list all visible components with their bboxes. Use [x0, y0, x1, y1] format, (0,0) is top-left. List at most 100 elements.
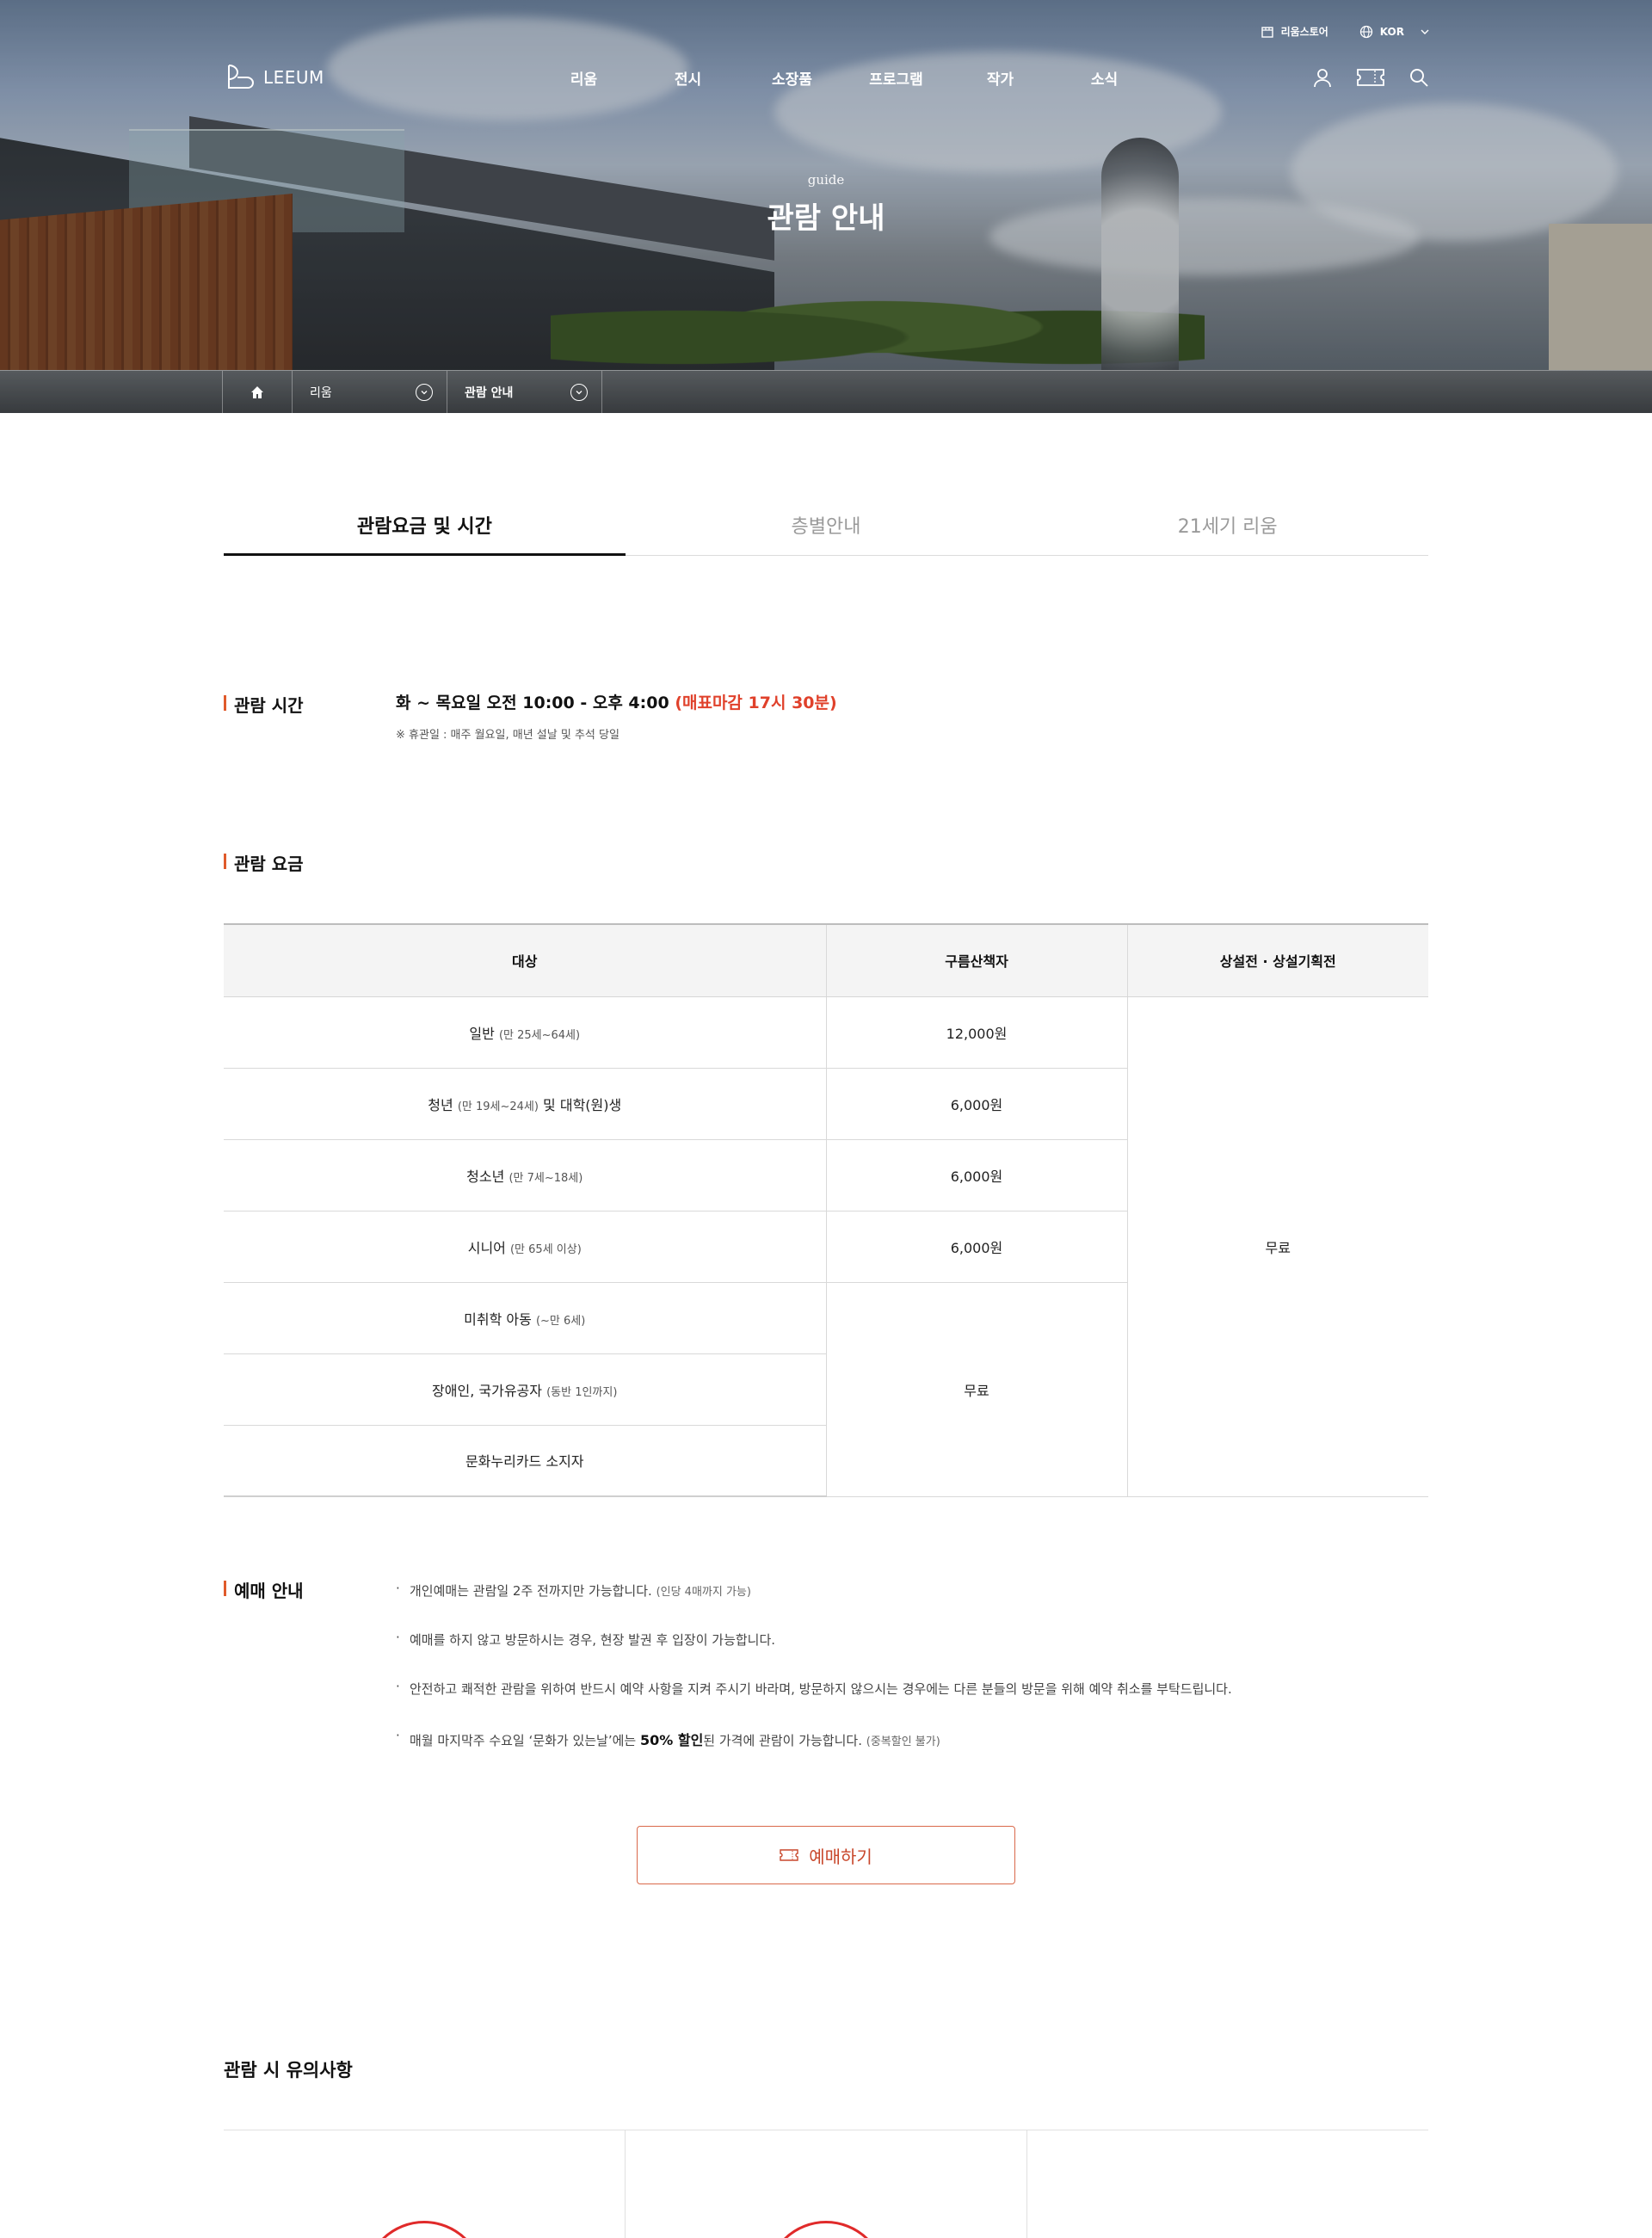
hours-line: 화 ~ 목요일 오전 10:00 - 오후 4:00 (매표마감 17시 30분…	[396, 690, 837, 713]
tab-fees-hours[interactable]: 관람요금 및 시간	[224, 499, 626, 556]
list-item: 안전하고 쾌적한 관람을 위하여 반드시 예약 사항을 지켜 주시기 바라며, …	[396, 1679, 1428, 1729]
target-cell: 시니어 (만 65세 이상)	[224, 1211, 826, 1283]
reservation-list: 개인예매는 관람일 2주 전까지만 가능합니다. (인당 4매까지 가능) 예매…	[396, 1581, 1428, 1778]
hours-main: 화 ~ 목요일 오전 10:00 - 오후 4:00	[396, 694, 675, 712]
leeum-logo[interactable]: LEEUM	[222, 60, 532, 95]
page-title: 관람 안내	[767, 201, 885, 236]
item-text: 개인예매는 관람일 2주 전까지만 가능합니다.	[410, 1583, 656, 1599]
reserve-button[interactable]: 예매하기	[637, 1826, 1015, 1884]
leeum-logo-icon	[228, 65, 255, 89]
target-cell: 문화누리카드 소지자	[224, 1425, 826, 1497]
fee-table-header: 대상 구름산책자 상설전 · 상설기획전	[224, 923, 1428, 997]
guide-tabs: 관람요금 및 시간 층별안내 21세기 리움	[224, 499, 1428, 556]
ticket-deadline: (매표마감 17시 30분)	[675, 694, 837, 712]
target-sub: (만 65세 이상)	[509, 1242, 582, 1256]
main-navigation: LEEUM 리움 전시 소장품 프로그램 작가 소식	[222, 57, 1430, 98]
menu-item-news[interactable]: 소식	[1052, 67, 1156, 89]
caution-card	[626, 2130, 1027, 2238]
gnb-menu: 리움 전시 소장품 프로그램 작가 소식	[532, 67, 1156, 89]
permanent-free-cell: 무료	[1126, 996, 1428, 1497]
price-cell: 6,000원	[825, 1211, 1127, 1283]
chevron-down-icon	[416, 384, 433, 401]
home-icon	[251, 386, 263, 398]
target-sub: (동반 1인까지)	[546, 1385, 618, 1399]
target-name: 청년	[428, 1096, 453, 1113]
target-name: 장애인, 국가유공자	[432, 1382, 542, 1399]
menu-item-leeum[interactable]: 리움	[532, 67, 636, 89]
list-item: 매월 마지막주 수요일 ‘문화가 있는날’에는 50% 할인된 가격에 관람이 …	[396, 1728, 1428, 1778]
item-text: 매월 마지막주 수요일 ‘문화가 있는날’에는	[410, 1733, 640, 1748]
target-sub: (만 19세~24세)	[457, 1100, 539, 1113]
target-cell: 청년 (만 19세~24세) 및 대학(원)생	[224, 1068, 826, 1140]
store-label: 리움스토어	[1280, 26, 1328, 38]
chevron-down-icon	[570, 384, 588, 401]
cautions-grid	[224, 2130, 1428, 2238]
target-name: 청소년	[466, 1168, 505, 1185]
fee-table: 대상 구름산책자 상설전 · 상설기획전 일반 (만 25세~64세) 12,0…	[224, 923, 1428, 1497]
hours-block: 화 ~ 목요일 오전 10:00 - 오후 4:00 (매표마감 17시 30분…	[396, 690, 837, 742]
list-item: 예매를 하지 않고 방문하시는 경우, 현장 발권 후 입장이 가능합니다.	[396, 1630, 1428, 1680]
hero-banner: 리움스토어 KOR LEEUM 리움 전시 소장품 프로그램 작가 소식 gui…	[0, 0, 1652, 413]
breadcrumb-level1-label: 리움	[310, 386, 332, 400]
tab-21c-leeum[interactable]: 21세기 리움	[1026, 499, 1428, 555]
header-utility-icons	[1311, 66, 1430, 89]
tab-floor-guide[interactable]: 층별안내	[626, 499, 1027, 555]
item-text: 된 가격에 관람이 가능합니다.	[703, 1733, 866, 1748]
target-name: 문화누리카드 소지자	[465, 1453, 584, 1470]
caution-card	[1027, 2130, 1428, 2238]
target-cell: 청소년 (만 7세~18세)	[224, 1139, 826, 1211]
price-cell: 6,000원	[825, 1068, 1127, 1140]
reserve-button-label: 예매하기	[809, 1846, 872, 1867]
ticket-icon	[780, 1849, 798, 1861]
globe-icon	[1359, 25, 1372, 38]
language-select[interactable]: KOR	[1359, 25, 1430, 39]
breadcrumb-home[interactable]	[222, 371, 293, 413]
target-sub: (~만 6세)	[535, 1314, 586, 1328]
fee-label: 관람 요금	[224, 850, 304, 875]
target-name: 미취학 아동	[464, 1310, 532, 1328]
cloud-free-cell: 무료	[825, 1282, 1127, 1497]
store-icon	[1261, 26, 1273, 38]
target-name-extra: 및 대학(원)생	[538, 1096, 622, 1113]
hours-label: 관람 시간	[224, 692, 304, 717]
chevron-down-icon	[1421, 29, 1429, 34]
top-utility-bar: 리움스토어 KOR	[1261, 24, 1430, 39]
store-link[interactable]: 리움스토어	[1261, 24, 1328, 39]
item-text: 안전하고 쾌적한 관람을 위하여 반드시 예약 사항을 지켜 주시기 바라며, …	[410, 1681, 1232, 1697]
item-note: (중복할인 불가)	[866, 1736, 940, 1748]
cautions-title: 관람 시 유의사항	[224, 2060, 353, 2081]
price-cell: 6,000원	[825, 1139, 1127, 1211]
menu-item-collection[interactable]: 소장품	[740, 67, 844, 89]
header-permanent: 상설전 · 상설기획전	[1126, 923, 1428, 997]
target-cell: 일반 (만 25세~64세)	[224, 996, 826, 1069]
table-row: 일반 (만 25세~64세) 12,000원 무료	[224, 996, 1428, 1497]
breadcrumb-level2[interactable]: 관람 안내	[447, 371, 602, 413]
target-name: 일반	[469, 1025, 495, 1042]
prohibition-icon	[766, 2221, 886, 2238]
menu-item-program[interactable]: 프로그램	[844, 67, 948, 89]
menu-item-exhibition[interactable]: 전시	[636, 67, 740, 89]
hero-title-block: guide 관람 안내	[0, 172, 1652, 237]
caution-card	[224, 2130, 626, 2238]
item-note: (인당 4매까지 가능)	[656, 1586, 751, 1599]
ticket-icon[interactable]	[1356, 66, 1385, 89]
discount-highlight: 50% 할인	[639, 1732, 704, 1748]
target-sub: (만 7세~18세)	[509, 1171, 583, 1185]
reservation-label: 예매 안내	[224, 1577, 304, 1602]
user-icon[interactable]	[1311, 66, 1334, 89]
header-target: 대상	[224, 923, 826, 997]
prohibition-icon	[364, 2221, 484, 2238]
list-item: 개인예매는 관람일 2주 전까지만 가능합니다. (인당 4매까지 가능)	[396, 1581, 1428, 1631]
target-cell: 미취학 아동 (~만 6세)	[224, 1282, 826, 1354]
target-name: 시니어	[467, 1239, 506, 1256]
breadcrumb-level1[interactable]: 리움	[293, 371, 447, 413]
hero-subtitle: guide	[807, 172, 845, 188]
target-sub: (만 25세~64세)	[498, 1028, 581, 1042]
breadcrumb-level2-label: 관람 안내	[465, 386, 514, 400]
item-text: 예매를 하지 않고 방문하시는 경우, 현장 발권 후 입장이 가능합니다.	[410, 1632, 776, 1648]
search-icon[interactable]	[1408, 66, 1430, 89]
price-cell: 12,000원	[825, 996, 1127, 1069]
menu-item-artist[interactable]: 작가	[948, 67, 1052, 89]
breadcrumb: 리움 관람 안내	[0, 370, 1652, 413]
closed-days-note: ※ 휴관일 : 매주 월요일, 매년 설날 및 추석 당일	[396, 729, 620, 742]
